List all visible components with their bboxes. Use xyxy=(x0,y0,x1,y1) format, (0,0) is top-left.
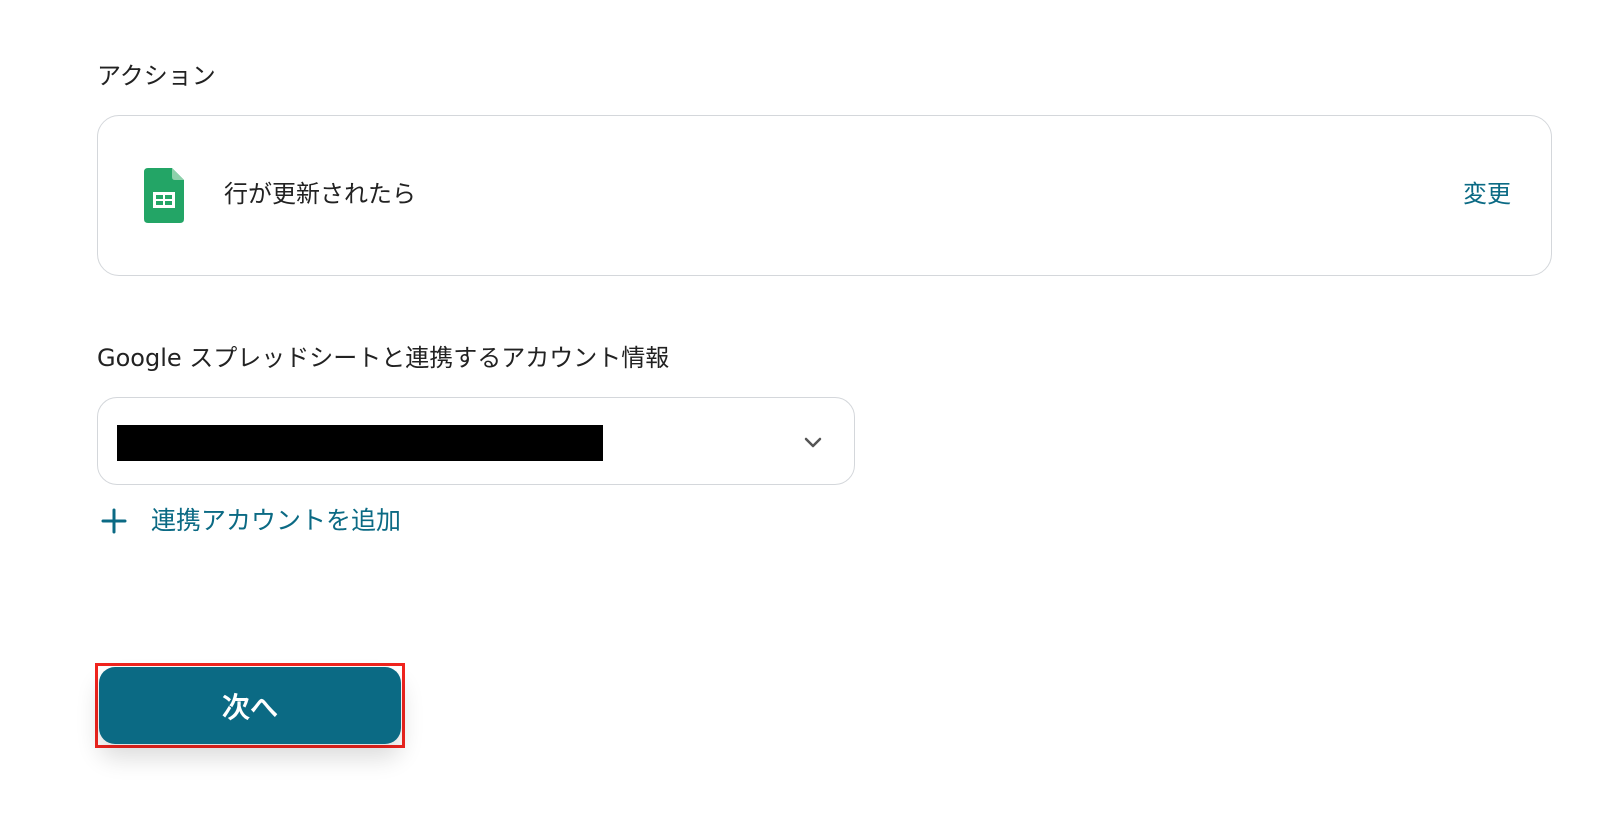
account-section-label: Google スプレッドシートと連携するアカウント情報 xyxy=(97,344,670,372)
chevron-down-icon xyxy=(804,437,822,448)
action-card: 行が更新されたら 変更 xyxy=(97,115,1552,276)
account-value-redacted xyxy=(117,425,603,461)
account-select[interactable] xyxy=(97,397,855,485)
google-sheets-icon xyxy=(144,168,184,223)
next-button[interactable]: 次へ xyxy=(99,667,401,744)
add-account-label: 連携アカウントを追加 xyxy=(151,506,402,535)
add-account-link[interactable]: 連携アカウントを追加 xyxy=(101,503,401,539)
action-section-label: アクション xyxy=(97,62,216,90)
change-link[interactable]: 変更 xyxy=(1463,178,1511,210)
plus-icon xyxy=(101,508,127,534)
action-name: 行が更新されたら xyxy=(224,180,416,208)
